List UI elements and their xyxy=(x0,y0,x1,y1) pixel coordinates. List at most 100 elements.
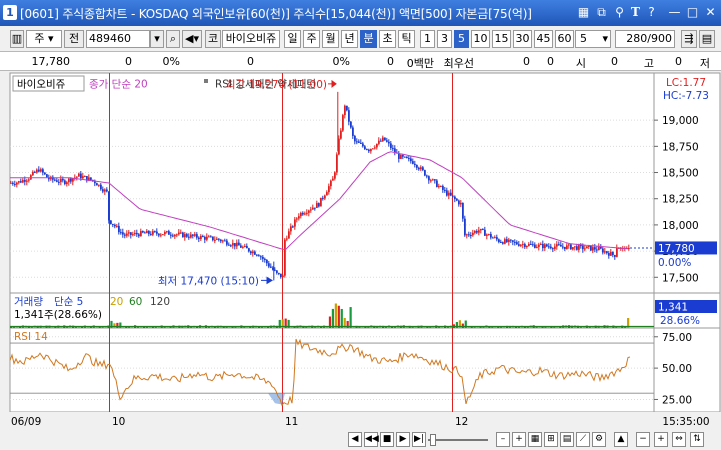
maximize-icon[interactable]: □ xyxy=(684,4,701,21)
candle-body xyxy=(334,172,336,179)
grid-icon[interactable]: ▦ xyxy=(528,432,542,447)
interval-button-3[interactable]: 3 xyxy=(437,30,452,48)
candle-body xyxy=(260,256,262,258)
candle-body xyxy=(290,226,292,232)
candle-body xyxy=(266,259,268,264)
interval-button-5[interactable]: 5 xyxy=(454,30,469,48)
candle-body xyxy=(200,236,202,240)
candle-body xyxy=(426,175,428,177)
candle-body xyxy=(130,232,132,235)
shrink-icon[interactable]: − xyxy=(636,432,650,447)
candle-body xyxy=(598,246,600,251)
period-button-6[interactable]: 틱 xyxy=(398,30,415,48)
candle-body xyxy=(500,242,502,244)
count-total: /900 xyxy=(647,32,672,45)
candle-body xyxy=(528,243,530,246)
scroll-prev-icon[interactable]: ◀◀ xyxy=(364,432,379,447)
candle-body xyxy=(114,224,116,227)
candle-body xyxy=(388,141,390,144)
candle-body xyxy=(440,186,442,188)
candle-body xyxy=(452,195,454,197)
interval-button-60[interactable]: 60 xyxy=(555,30,574,48)
candle-body xyxy=(192,234,194,236)
stock-name-field[interactable]: 바이오비쥬 xyxy=(222,30,280,48)
candle-body xyxy=(314,207,316,209)
interval-button-1[interactable]: 1 xyxy=(420,30,435,48)
candle-body xyxy=(238,242,240,246)
candle-body xyxy=(444,189,446,191)
candle-body xyxy=(492,237,494,239)
rsi-label: RSI 14 xyxy=(14,331,48,343)
interval-button-30[interactable]: 30 xyxy=(513,30,532,48)
count-input[interactable]: 280/900 xyxy=(615,30,675,48)
table-icon[interactable]: ▤ xyxy=(560,432,574,447)
zoom-slider[interactable] xyxy=(428,439,488,441)
stop-icon[interactable]: ■ xyxy=(380,432,394,447)
candle-body xyxy=(174,234,176,237)
speaker-icon[interactable]: ◀▾ xyxy=(182,30,202,48)
scroll-start-icon[interactable]: ◀ xyxy=(348,432,362,447)
interval-button-45[interactable]: 45 xyxy=(534,30,553,48)
zoom-in-icon[interactable]: + xyxy=(512,432,526,447)
volume-bar xyxy=(591,326,594,328)
period-button-3[interactable]: 년 xyxy=(341,30,358,48)
layout-toggle-icon[interactable]: ▥ xyxy=(10,30,24,48)
interval-button-15[interactable]: 15 xyxy=(492,30,511,48)
title-bar: 1 [0601] 주식종합차트 - KOSDAQ 외국인보유[60(천)] 주식… xyxy=(0,0,721,26)
candle-body xyxy=(104,189,106,192)
fit-icon[interactable]: ⇔ xyxy=(672,432,686,447)
stock-chart[interactable]: 바이오비쥬 종가 단순 20 RSI 강세패턴 약세패턴 LC:1.77 HC:… xyxy=(0,72,721,430)
volume-bar xyxy=(228,326,231,328)
line-tool-icon[interactable]: ⟋ xyxy=(576,432,590,447)
period-button-5[interactable]: 초 xyxy=(379,30,396,48)
period-button-1[interactable]: 주 xyxy=(303,30,320,48)
candle-body xyxy=(312,207,314,210)
rsi-tick-label: 25.00 xyxy=(662,394,692,406)
period-button-4[interactable]: 분 xyxy=(360,30,377,48)
candle-body xyxy=(378,140,380,144)
candle-body xyxy=(190,234,192,238)
volume-bar xyxy=(479,327,482,328)
market-select[interactable]: 주 ▾ xyxy=(26,30,62,48)
draw-tools-icon[interactable]: ⇶ xyxy=(681,30,697,48)
candle-body xyxy=(246,246,248,249)
interval-select[interactable]: 5 ▾ xyxy=(575,30,611,48)
toolbox-icon[interactable]: ▤ xyxy=(699,30,715,48)
settings-icon[interactable]: ⚙ xyxy=(592,432,606,447)
candle-body xyxy=(26,180,28,182)
candle-body xyxy=(474,230,476,233)
minimize-icon[interactable]: — xyxy=(666,4,683,21)
candle-body xyxy=(30,175,32,180)
candle-body xyxy=(302,212,304,215)
candle-body xyxy=(64,180,66,185)
restore-icon[interactable]: ⧉ xyxy=(593,4,610,21)
search-icon[interactable]: ⌕ xyxy=(166,30,180,48)
prev-button[interactable]: 전 xyxy=(64,30,84,48)
close-icon[interactable]: ✕ xyxy=(702,4,719,21)
period-button-2[interactable]: 월 xyxy=(322,30,339,48)
period-button-0[interactable]: 일 xyxy=(284,30,301,48)
candle-body xyxy=(128,232,130,234)
interval-button-10[interactable]: 10 xyxy=(471,30,490,48)
help-icon[interactable]: ? xyxy=(643,4,660,21)
candle-body xyxy=(12,182,14,184)
scroll-end-icon[interactable]: ▶| xyxy=(412,432,426,447)
candle-body xyxy=(380,140,382,142)
pin-icon[interactable]: ⚲ xyxy=(611,4,628,21)
scroll-next-icon[interactable]: ▶ xyxy=(396,432,410,447)
code-dropdown-icon[interactable]: ▾ xyxy=(150,30,164,48)
candle-body xyxy=(236,242,238,247)
zoom-slider-handle[interactable] xyxy=(430,434,436,446)
volume-bar xyxy=(101,327,104,328)
layout-icon[interactable]: ▦ xyxy=(575,4,592,21)
candle-body xyxy=(158,233,160,236)
candle-body xyxy=(530,243,532,245)
low-label: 저 xyxy=(699,57,710,70)
expand-icon[interactable]: + xyxy=(654,432,668,447)
stock-code-input[interactable]: 489460 xyxy=(86,30,150,48)
zoom-out-icon[interactable]: – xyxy=(496,432,510,447)
warning-icon[interactable]: ▲ xyxy=(614,432,628,447)
chart-icon[interactable]: ⊞ xyxy=(544,432,558,447)
swap-icon[interactable]: ⇅ xyxy=(690,432,704,447)
font-icon[interactable]: T xyxy=(627,4,644,21)
